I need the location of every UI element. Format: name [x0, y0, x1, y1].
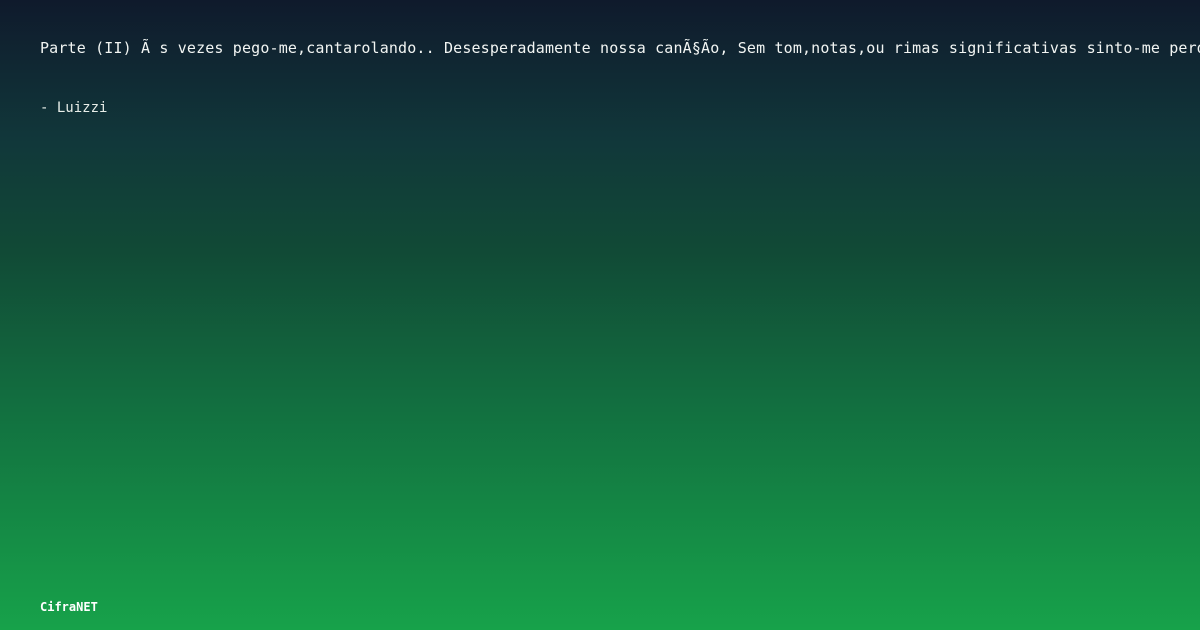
quote-text: Parte (II) Ã s vezes pego-me,cantaroland…: [40, 39, 1200, 57]
site-brand: CifraNET: [40, 600, 98, 614]
quote-author: - Luizzi: [40, 100, 108, 116]
